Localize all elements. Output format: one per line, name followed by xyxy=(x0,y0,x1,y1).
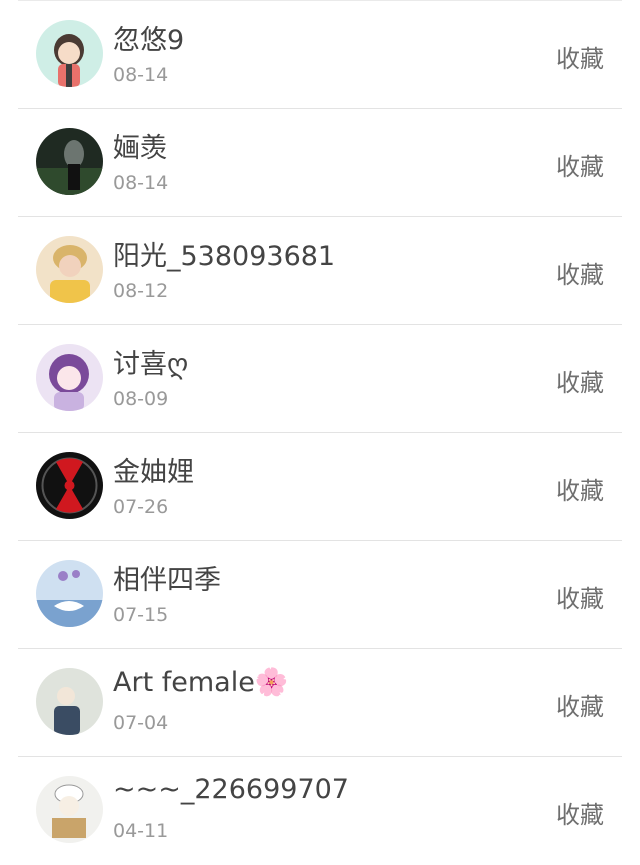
favorites-list: 忽悠9 08-14 收藏 婳羡 08-14 收藏 阳光_538093681 08… xyxy=(0,0,640,865)
user-name: 忽悠9 xyxy=(113,25,185,56)
list-item[interactable]: Art female🌸 07-04 收藏 xyxy=(0,649,640,757)
favorite-button[interactable]: 收藏 xyxy=(556,687,604,722)
user-name: 讨喜ღ xyxy=(113,349,189,380)
favorite-button[interactable]: 收藏 xyxy=(556,579,604,614)
favorite-button[interactable]: 收藏 xyxy=(556,147,604,182)
swan-avatar[interactable] xyxy=(36,560,103,627)
list-item[interactable]: 阳光_538093681 08-12 收藏 xyxy=(0,217,640,325)
date: 07-15 xyxy=(113,604,169,626)
user-name: 相伴四季 xyxy=(113,565,221,596)
favorite-button[interactable]: 收藏 xyxy=(556,363,604,398)
list-item[interactable]: 讨喜ღ 08-09 收藏 xyxy=(0,325,640,433)
dark-photo-avatar[interactable] xyxy=(36,128,103,195)
cartoon-box-avatar[interactable] xyxy=(36,776,103,843)
user-name: Art female🌸 xyxy=(113,666,288,698)
favorite-button[interactable]: 收藏 xyxy=(556,39,604,74)
user-name: 阳光_538093681 xyxy=(113,241,336,272)
date: 07-26 xyxy=(113,496,169,518)
date: 08-14 xyxy=(113,172,169,194)
favorite-button[interactable]: 收藏 xyxy=(556,255,604,290)
list-item[interactable]: 相伴四季 07-15 收藏 xyxy=(0,541,640,649)
list-item[interactable]: 婳羡 08-14 收藏 xyxy=(0,109,640,217)
favorite-button[interactable]: 收藏 xyxy=(556,795,604,830)
user-name: 金妯娌 xyxy=(113,457,194,488)
date: 08-12 xyxy=(113,280,169,302)
date: 08-09 xyxy=(113,388,169,410)
user-name: ~~~_226699707 xyxy=(113,774,349,805)
list-item[interactable]: 忽悠9 08-14 收藏 xyxy=(0,1,640,109)
cartoon-girl-avatar[interactable] xyxy=(36,20,103,87)
user-name-text: Art female xyxy=(113,667,255,698)
exo-logo-avatar[interactable] xyxy=(36,452,103,519)
blonde-person-avatar[interactable] xyxy=(36,236,103,303)
girl-photo-avatar[interactable] xyxy=(36,668,103,735)
date: 08-14 xyxy=(113,64,169,86)
user-name: 婳羡 xyxy=(113,133,167,164)
list-item[interactable]: ~~~_226699707 04-11 收藏 xyxy=(0,757,640,865)
favorite-button[interactable]: 收藏 xyxy=(556,471,604,506)
anime-girl-avatar[interactable] xyxy=(36,344,103,411)
cherry-blossom-icon: 🌸 xyxy=(254,667,289,698)
list-item[interactable]: 金妯娌 07-26 收藏 xyxy=(0,433,640,541)
date: 07-04 xyxy=(113,712,169,734)
date: 04-11 xyxy=(113,820,169,842)
